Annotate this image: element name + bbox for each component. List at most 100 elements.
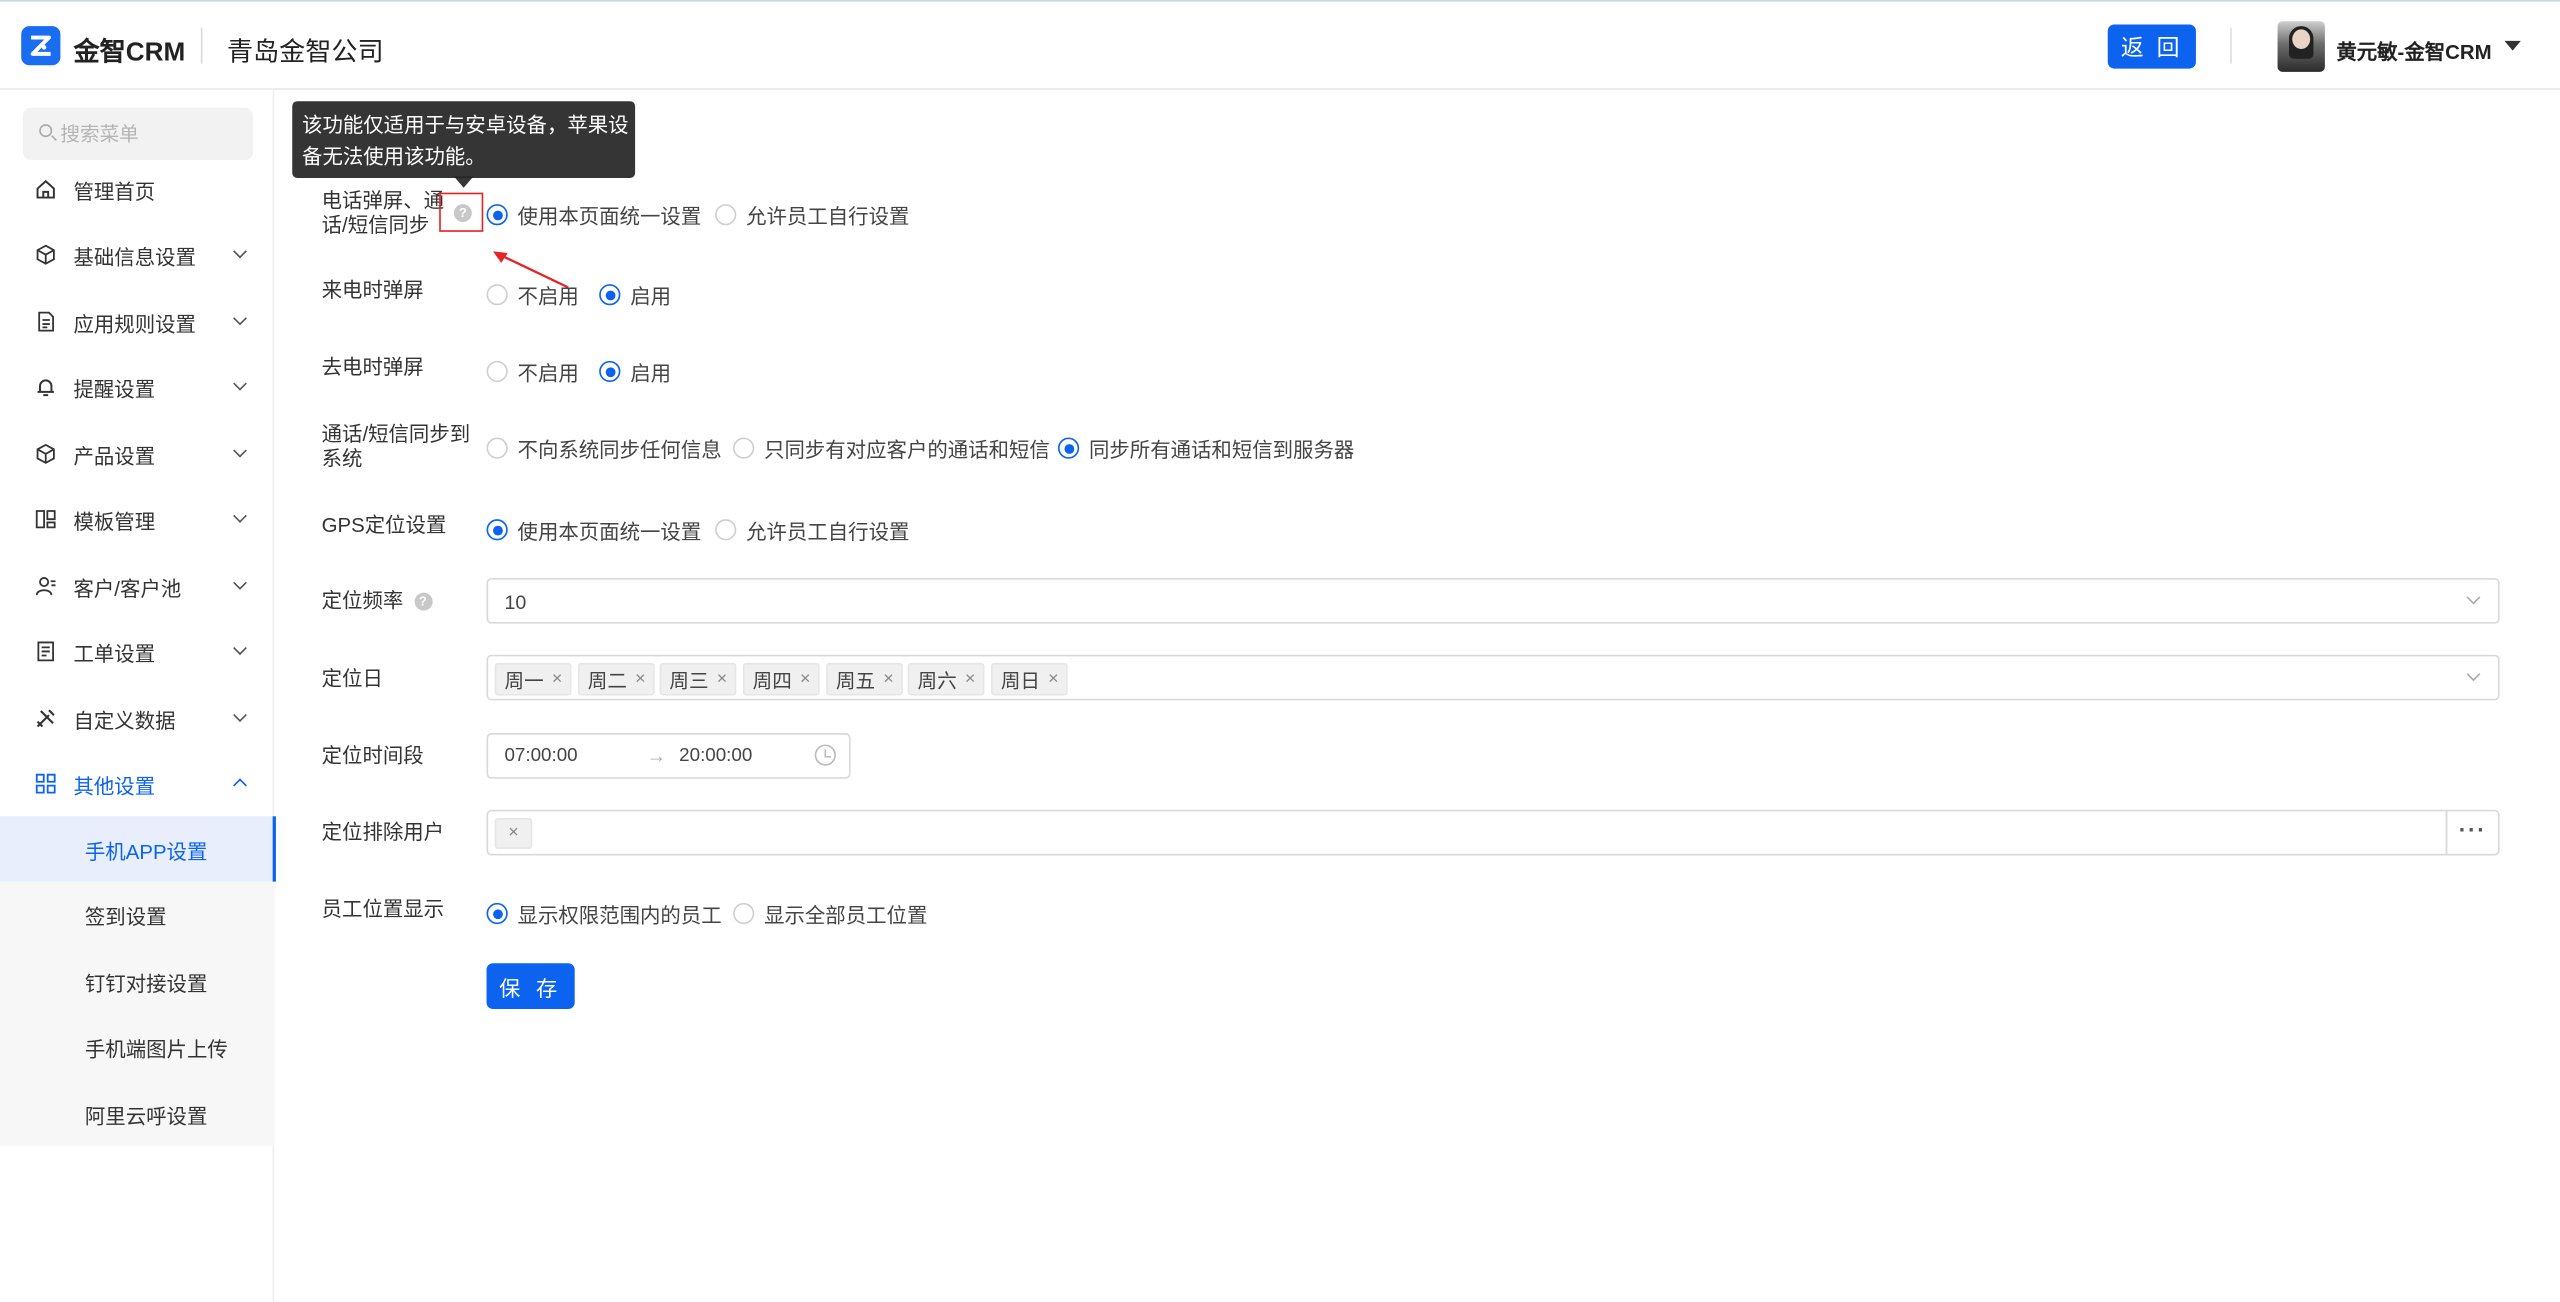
- radio-gps-employee[interactable]: 允许员工自行设置: [715, 514, 909, 545]
- more-button[interactable]: ···: [2445, 809, 2500, 856]
- chevron-down-icon: [2466, 590, 2481, 605]
- sidebar-subitem-label: 签到设置: [84, 905, 167, 929]
- sidebar-item-templates[interactable]: 模板管理: [0, 487, 274, 552]
- day-tag[interactable]: 周三 ×: [659, 662, 738, 696]
- radio-outgoing-off[interactable]: 不启用: [486, 356, 579, 387]
- call-popup-sync-label: 电话弹屏、通 话/短信同步: [322, 189, 444, 238]
- search-input[interactable]: [60, 107, 244, 160]
- radio-sync-none[interactable]: 不向系统同步任何信息: [486, 433, 722, 464]
- start-time[interactable]: 07:00:00: [504, 746, 577, 766]
- chevron-up-icon: [233, 778, 247, 793]
- close-icon[interactable]: ×: [1048, 669, 1059, 689]
- radio-label: 允许员工自行设置: [746, 205, 910, 229]
- sidebar: 管理首页 基础信息设置 应用规则设置 提醒设置 产品设置 模板管理: [0, 89, 276, 1302]
- back-button[interactable]: 返 回: [2107, 24, 2196, 69]
- radio-label: 只同步有对应客户的通话和短信: [764, 439, 1050, 463]
- divider: [200, 27, 203, 64]
- tag-label: 周日: [1000, 668, 1041, 692]
- save-button[interactable]: 保 存: [486, 963, 575, 1009]
- excluded-users-input[interactable]: ×: [486, 809, 2448, 856]
- top-header: 金智CRM 青岛金智公司 返 回 黄元敏-金智CRM: [0, 0, 2560, 90]
- close-icon[interactable]: ×: [883, 669, 894, 689]
- close-icon[interactable]: ×: [717, 669, 728, 689]
- chevron-down-icon: [233, 244, 247, 259]
- radio-staff-all[interactable]: 显示全部员工位置: [733, 898, 927, 929]
- sidebar-item-custom-data[interactable]: 自定义数据: [0, 686, 274, 751]
- radio-dot: [1057, 437, 1080, 459]
- sidebar-item-products[interactable]: 产品设置: [0, 421, 274, 486]
- radio-outgoing-on[interactable]: 启用: [599, 356, 671, 387]
- sidebar-item-app-rules[interactable]: 应用规则设置: [0, 289, 274, 354]
- clock-icon: [814, 744, 836, 766]
- sidebar-item-label: 自定义数据: [73, 709, 176, 733]
- gps-setting-label: GPS定位设置: [321, 514, 447, 538]
- sidebar-item-customers[interactable]: 客户/客户池: [0, 553, 274, 618]
- end-time[interactable]: 20:00:00: [679, 746, 752, 766]
- sidebar-item-label: 提醒设置: [73, 377, 156, 401]
- radio-staff-in-scope[interactable]: 显示权限范围内的员工: [486, 898, 722, 929]
- avatar[interactable]: [2277, 21, 2325, 72]
- ticket-icon: [37, 641, 54, 662]
- radio-dot: [715, 204, 737, 226]
- day-tag[interactable]: 周五 ×: [826, 662, 904, 696]
- sidebar-item-other-settings[interactable]: 其他设置: [0, 751, 274, 816]
- radio-call-sync-unified[interactable]: 使用本页面统一设置: [486, 199, 701, 230]
- tools-icon: [36, 709, 55, 728]
- sidebar-item-basic-info[interactable]: 基础信息设置: [0, 222, 274, 287]
- label-line: 系统: [321, 447, 363, 471]
- tag-label: 周四: [752, 668, 792, 692]
- label-line: 电话弹屏、通: [321, 189, 445, 213]
- select-value: 10: [504, 591, 527, 614]
- sidebar-subitem-aliyun-call[interactable]: 阿里云呼设置: [0, 1081, 274, 1146]
- username[interactable]: 黄元敏-金智CRM: [2336, 34, 2491, 65]
- avatar-face: [2292, 29, 2311, 49]
- day-tag[interactable]: 周日 ×: [991, 662, 1069, 696]
- radio-dot: [715, 519, 737, 541]
- sidebar-item-home[interactable]: 管理首页: [0, 157, 274, 222]
- chevron-down-icon: [2466, 667, 2481, 682]
- radio-call-sync-employee[interactable]: 允许员工自行设置: [715, 199, 909, 230]
- day-tag[interactable]: 周二 ×: [577, 662, 656, 696]
- day-tag[interactable]: 周一 ×: [494, 662, 573, 696]
- bell-icon: [37, 379, 54, 397]
- locate-period-range-picker[interactable]: 07:00:00 → 20:00:00: [486, 733, 851, 779]
- sidebar-subitem-dingtalk[interactable]: 钉钉对接设置: [0, 949, 274, 1014]
- sidebar-item-reminders[interactable]: 提醒设置: [0, 354, 274, 419]
- locate-days-select[interactable]: 周一 × 周二 × 周三 × 周四 × 周五 × 周六 × 周日 ×: [486, 654, 2500, 701]
- home-icon: [36, 179, 55, 199]
- incoming-popup-label: 来电时弹屏: [321, 279, 424, 303]
- template-icon: [35, 510, 56, 529]
- sidebar-subitem-label: 阿里云呼设置: [84, 1104, 208, 1128]
- sidebar-item-label: 应用规则设置: [73, 312, 196, 336]
- submenu: 手机APP设置 签到设置 钉钉对接设置 手机端图片上传 阿里云呼设置: [0, 816, 276, 1147]
- radio-sync-customers[interactable]: 只同步有对应客户的通话和短信: [733, 433, 1050, 464]
- sidebar-subitem-mobile-app[interactable]: 手机APP设置: [0, 816, 276, 882]
- chevron-down-icon: [233, 575, 247, 590]
- radio-incoming-on[interactable]: 启用: [599, 279, 671, 310]
- radio-gps-unified[interactable]: 使用本页面统一设置: [486, 514, 701, 545]
- radio-dot: [486, 437, 508, 459]
- caret-down-icon[interactable]: [2504, 40, 2521, 51]
- sidebar-subitem-checkin[interactable]: 签到设置: [0, 882, 274, 947]
- radio-label: 启用: [630, 285, 672, 309]
- sidebar-subitem-image-upload[interactable]: 手机端图片上传: [0, 1014, 274, 1079]
- annotation-highlight-box: [439, 192, 484, 232]
- radio-dot: [733, 437, 755, 459]
- sidebar-subitem-label: 钉钉对接设置: [84, 972, 208, 996]
- locate-period-label: 定位时间段: [321, 744, 424, 768]
- close-icon[interactable]: ×: [800, 669, 811, 689]
- radio-sync-all[interactable]: 同步所有通话和短信到服务器: [1057, 433, 1354, 464]
- close-icon[interactable]: ×: [965, 669, 976, 689]
- close-icon[interactable]: ×: [552, 669, 563, 689]
- day-tag[interactable]: 周六 ×: [907, 662, 986, 696]
- user-tag-remove[interactable]: ×: [494, 817, 533, 849]
- sidebar-item-tickets[interactable]: 工单设置: [0, 619, 274, 684]
- radio-label: 不向系统同步任何信息: [517, 439, 722, 463]
- close-icon[interactable]: ×: [635, 669, 646, 689]
- help-icon[interactable]: ?: [413, 592, 432, 611]
- day-tag[interactable]: 周四 ×: [742, 662, 821, 696]
- menu-search[interactable]: [22, 107, 254, 160]
- sync-to-system-label: 通话/短信同步到 系统: [322, 423, 471, 472]
- sidebar-item-label: 产品设置: [73, 444, 156, 468]
- locate-frequency-select[interactable]: 10: [486, 577, 2500, 624]
